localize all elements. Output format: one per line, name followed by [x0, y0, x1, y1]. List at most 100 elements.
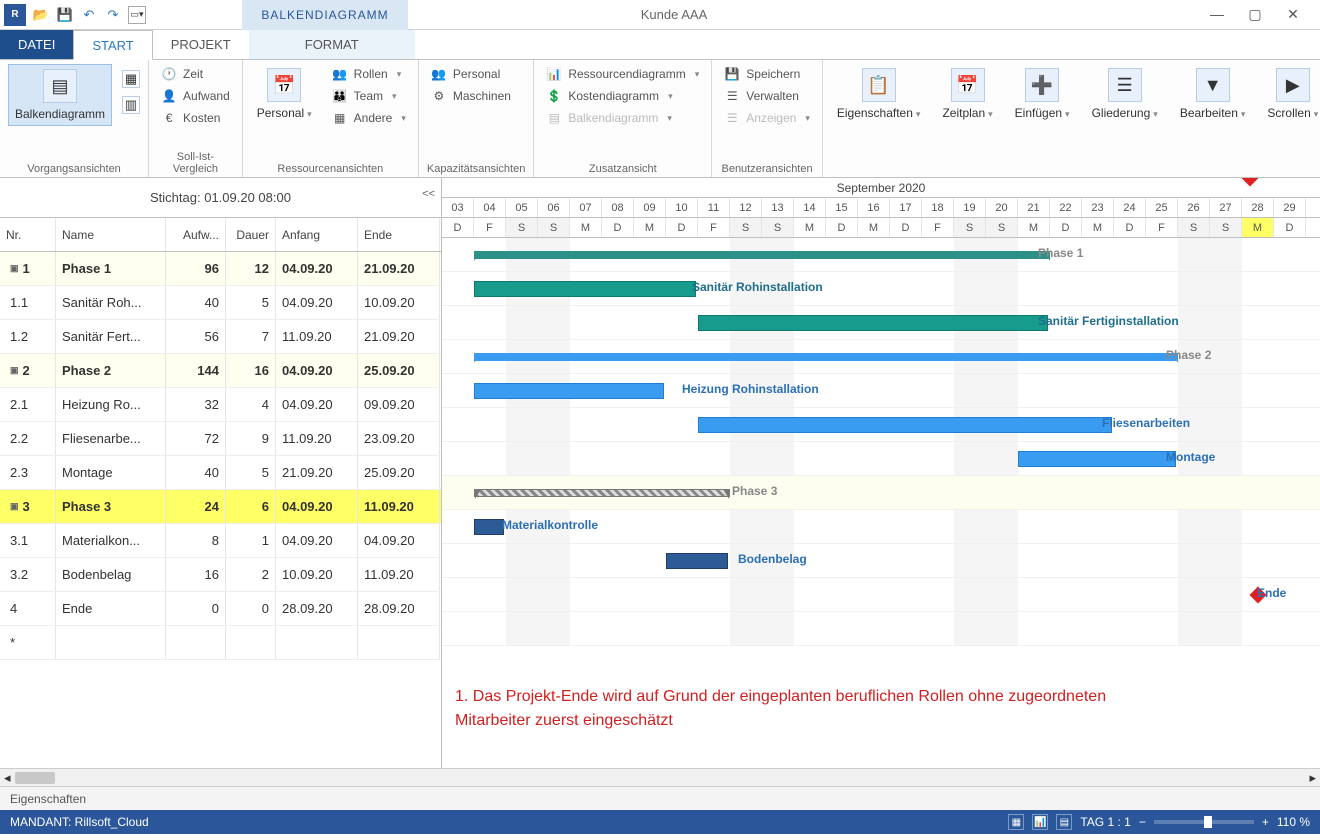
- table-row[interactable]: 2.2Fliesenarbe...72911.09.2023.09.20: [0, 422, 441, 456]
- eigenschaften-button[interactable]: 📋Eigenschaften: [831, 64, 927, 124]
- table-row[interactable]: ▣3Phase 324604.09.2011.09.20: [0, 490, 441, 524]
- content-area: Stichtag: 01.09.20 08:00 << Nr. Name Auf…: [0, 178, 1320, 768]
- gliederung-button[interactable]: ☰Gliederung: [1086, 64, 1164, 124]
- speichern-button[interactable]: 💾Speichern: [720, 64, 814, 84]
- gantt-bar[interactable]: [474, 353, 1178, 361]
- gantt-bar[interactable]: [1018, 451, 1176, 467]
- tab-datei[interactable]: DATEI: [0, 30, 73, 59]
- gantt-row[interactable]: Sanitär Rohinstallation: [442, 272, 1320, 306]
- gantt-row[interactable]: Phase 3: [442, 476, 1320, 510]
- gantt-bar[interactable]: [474, 383, 664, 399]
- gantt-row[interactable]: Materialkontrolle: [442, 510, 1320, 544]
- gantt-bar[interactable]: [474, 281, 696, 297]
- money-icon: €: [161, 110, 177, 126]
- undo-icon[interactable]: ↶: [80, 6, 98, 24]
- gantt-small-icon: ▤: [546, 110, 562, 126]
- einfügen-button[interactable]: ➕Einfügen: [1009, 64, 1076, 124]
- aufwand-button[interactable]: 👤Aufwand: [157, 86, 234, 106]
- eye-icon: ☰: [724, 110, 740, 126]
- scroll-right-icon[interactable]: ▸: [1309, 770, 1316, 786]
- kap-personal-button[interactable]: 👥Personal: [427, 64, 515, 84]
- generic-icon: ▶: [1276, 68, 1310, 102]
- collapse-button[interactable]: <<: [422, 188, 435, 200]
- zoom-slider[interactable]: [1154, 820, 1254, 824]
- sb-icon-1[interactable]: ▦: [1008, 814, 1024, 830]
- scroll-left-icon[interactable]: ◂: [4, 770, 11, 786]
- table-row[interactable]: *: [0, 626, 441, 660]
- verwalten-button[interactable]: ☰Verwalten: [720, 86, 814, 106]
- table-row[interactable]: 3.2Bodenbelag16210.09.2011.09.20: [0, 558, 441, 592]
- table-row[interactable]: 4Ende0028.09.2028.09.20: [0, 592, 441, 626]
- properties-bar[interactable]: Eigenschaften: [0, 786, 1320, 810]
- open-icon[interactable]: 📂: [32, 6, 50, 24]
- bearbeiten-button[interactable]: ▼Bearbeiten: [1174, 64, 1252, 124]
- table-row[interactable]: ▣2Phase 21441604.09.2025.09.20: [0, 354, 441, 388]
- sb-icon-3[interactable]: ▤: [1056, 814, 1072, 830]
- col-anfang[interactable]: Anfang: [276, 218, 358, 251]
- close-icon[interactable]: ✕: [1278, 6, 1308, 23]
- tab-format[interactable]: FORMAT: [249, 30, 415, 59]
- view-small-icon-2[interactable]: ▥: [122, 96, 140, 114]
- tab-projekt[interactable]: PROJEKT: [153, 30, 249, 59]
- col-ende[interactable]: Ende: [358, 218, 440, 251]
- qat-dropdown-icon[interactable]: ▭▾: [128, 6, 146, 24]
- andere-button[interactable]: ▦Andere: [328, 108, 410, 128]
- rollen-button[interactable]: 👥Rollen: [328, 64, 410, 84]
- personal-button[interactable]: 📅 Personal: [251, 64, 318, 124]
- list-icon: ☰: [724, 88, 740, 104]
- kostendiagramm-button[interactable]: 💲Kostendiagramm: [542, 86, 703, 106]
- balkendiagramm-button[interactable]: ▤ Balkendiagramm: [8, 64, 112, 126]
- kosten-button[interactable]: €Kosten: [157, 108, 234, 128]
- gantt-bar[interactable]: [698, 417, 1112, 433]
- col-nr[interactable]: Nr.: [0, 218, 56, 251]
- tab-start[interactable]: START: [73, 30, 152, 60]
- table-row[interactable]: 2.1Heizung Ro...32404.09.2009.09.20: [0, 388, 441, 422]
- group-benutzeransichten: 💾Speichern ☰Verwalten ☰Anzeigen Benutzer…: [712, 60, 823, 177]
- ressourcendiagramm-button[interactable]: 📊Ressourcendiagramm: [542, 64, 703, 84]
- table-body: ▣1Phase 1961204.09.2021.09.201.1Sanitär …: [0, 252, 441, 768]
- hscroll-left[interactable]: ◂: [0, 768, 442, 786]
- zoom-in-icon[interactable]: +: [1262, 815, 1269, 829]
- gantt-row[interactable]: Heizung Rohinstallation: [442, 374, 1320, 408]
- table-row[interactable]: 1.1Sanitär Roh...40504.09.2010.09.20: [0, 286, 441, 320]
- table-row[interactable]: 1.2Sanitär Fert...56711.09.2021.09.20: [0, 320, 441, 354]
- zeitplan-button[interactable]: 📅Zeitplan: [936, 64, 998, 124]
- table-row[interactable]: 2.3Montage40521.09.2025.09.20: [0, 456, 441, 490]
- maximize-icon[interactable]: ▢: [1240, 6, 1270, 23]
- group-caption: Benutzeransichten: [720, 161, 814, 175]
- col-aufw[interactable]: Aufw...: [166, 218, 226, 251]
- scrollen-button[interactable]: ▶Scrollen: [1261, 64, 1320, 124]
- gantt-chart[interactable]: September 2020 0304050607080910111213141…: [442, 178, 1320, 768]
- sb-icon-2[interactable]: 📊: [1032, 814, 1048, 830]
- gantt-row[interactable]: Phase 2: [442, 340, 1320, 374]
- team-button[interactable]: 👪Team: [328, 86, 410, 106]
- hscroll-right[interactable]: ▸: [442, 768, 1320, 786]
- group-ressourcenansichten: 📅 Personal 👥Rollen 👪Team ▦Andere Ressour…: [243, 60, 419, 177]
- gantt-row[interactable]: Bodenbelag: [442, 544, 1320, 578]
- save-icon[interactable]: 💾: [56, 6, 74, 24]
- team-icon: 👪: [332, 88, 348, 104]
- gantt-bar[interactable]: [474, 519, 504, 535]
- gantt-row[interactable]: Phase 1: [442, 238, 1320, 272]
- table-row[interactable]: ▣1Phase 1961204.09.2021.09.20: [0, 252, 441, 286]
- col-name[interactable]: Name: [56, 218, 166, 251]
- gantt-bar[interactable]: [666, 553, 728, 569]
- col-dauer[interactable]: Dauer: [226, 218, 276, 251]
- gantt-row[interactable]: Montage: [442, 442, 1320, 476]
- zeit-button[interactable]: 🕐Zeit: [157, 64, 234, 84]
- minimize-icon[interactable]: —: [1202, 6, 1232, 23]
- maschinen-button[interactable]: ⚙Maschinen: [427, 86, 515, 106]
- gantt-row[interactable]: Fliesenarbeiten: [442, 408, 1320, 442]
- ribbon: ▤ Balkendiagramm ▦ ▥ Vorgangsansichten 🕐…: [0, 60, 1320, 178]
- gantt-daynums: 0304050607080910111213141516171819202122…: [442, 198, 1320, 218]
- gantt-row[interactable]: Sanitär Fertiginstallation: [442, 306, 1320, 340]
- gantt-bar[interactable]: [474, 251, 1050, 259]
- redo-icon[interactable]: ↷: [104, 6, 122, 24]
- gantt-bar[interactable]: [698, 315, 1048, 331]
- zoom-out-icon[interactable]: −: [1139, 815, 1146, 829]
- gantt-bar[interactable]: [474, 489, 730, 497]
- table-row[interactable]: 3.1Materialkon...8104.09.2004.09.20: [0, 524, 441, 558]
- view-small-icon-1[interactable]: ▦: [122, 70, 140, 88]
- gantt-row[interactable]: Ende: [442, 578, 1320, 612]
- gantt-row[interactable]: [442, 612, 1320, 646]
